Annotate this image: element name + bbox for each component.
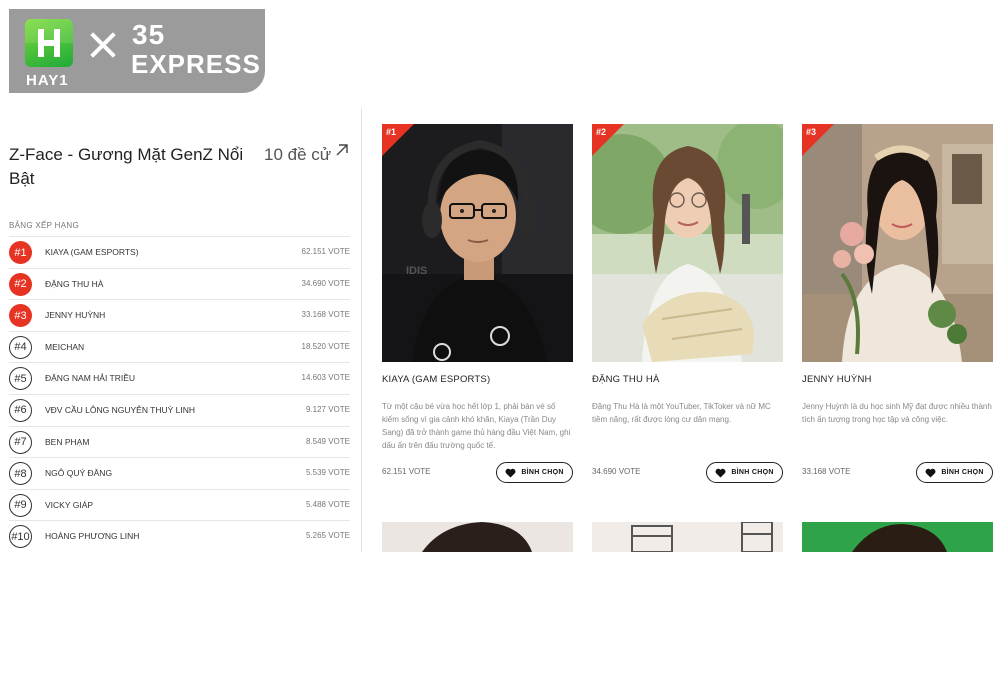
hay1-logo-text: HAY1	[26, 72, 69, 89]
rank-badge: #1	[9, 241, 32, 264]
ranking-row[interactable]: #7 BEN PHẠM 8.549 VOTE	[9, 425, 350, 458]
heart-icon	[505, 468, 516, 478]
nominee-description: Từ một cậu bé vừa học hết lớp 1, phải bá…	[382, 402, 571, 450]
nominee-votes: 62.151 VOTE	[382, 467, 431, 476]
vote-button[interactable]: BÌNH CHỌN	[496, 462, 573, 483]
brand-banner[interactable]: HAY1 35 EXPRESS	[9, 9, 265, 93]
ranking-row[interactable]: #6 VĐV CẦU LÔNG NGUYỄN THUỲ LINH 9.127 V…	[9, 393, 350, 426]
section-title: Z-Face - Gương Mặt GenZ Nổi Bật	[9, 145, 244, 188]
rank-badge: #6	[9, 398, 32, 422]
heart-icon	[715, 468, 726, 478]
rank-name: VICKY GIÁP	[45, 499, 94, 510]
ranking-row[interactable]: #8 NGÔ QUÝ ĐĂNG 5.539 VOTE	[9, 457, 350, 489]
nominee-photo-partial[interactable]	[802, 522, 993, 552]
svg-text:IDIS: IDIS	[406, 265, 427, 277]
nominee-photo[interactable]: IDIS #1	[382, 124, 573, 362]
ranking-row[interactable]: #1 KIAYA (GAM ESPORTS) 62.151 VOTE	[9, 236, 350, 268]
column-divider	[361, 108, 362, 552]
rank-votes: 34.690 VOTE	[301, 278, 350, 288]
arrow-up-right-icon[interactable]	[334, 142, 350, 158]
ranking-list: #1 KIAYA (GAM ESPORTS) 62.151 VOTE #2 ĐẶ…	[9, 236, 350, 552]
brand-number: 35	[132, 19, 166, 50]
vote-button[interactable]: BÌNH CHỌN	[916, 462, 993, 483]
rank-votes: 33.168 VOTE	[301, 310, 350, 320]
vote-button-label: BÌNH CHỌN	[521, 469, 564, 476]
nominee-name[interactable]: ĐẶNG THU HÀ	[592, 374, 659, 385]
rank-name: MEICHAN	[45, 341, 85, 352]
rank-badge: #5	[9, 367, 32, 391]
rank-name: HOÀNG PHƯƠNG LINH	[45, 531, 140, 542]
rank-badge: #9	[9, 493, 32, 517]
rank-badge: #10	[9, 525, 32, 549]
ranking-row[interactable]: #3 JENNY HUỲNH 33.168 VOTE	[9, 299, 350, 331]
rank-votes: 18.520 VOTE	[301, 341, 350, 351]
ranking-row[interactable]: #2 ĐẶNG THU HÀ 34.690 VOTE	[9, 267, 350, 300]
ranking-row[interactable]: #4 MEICHAN 18.520 VOTE	[9, 330, 350, 363]
rank-ribbon-label: #2	[596, 127, 607, 137]
nominees-link[interactable]: 10 đề cử	[264, 145, 331, 165]
ranking-row[interactable]: #5 ĐẶNG NAM HẢI TRIỀU 14.603 VOTE	[9, 362, 350, 394]
ranking-heading: BẢNG XẾP HẠNG	[9, 221, 79, 230]
vote-button[interactable]: BÌNH CHỌN	[706, 462, 783, 483]
nominee-description: Jenny Huỳnh là du học sinh Mỹ đạt được n…	[802, 402, 992, 424]
rank-badge: #2	[9, 272, 32, 296]
rank-ribbon-label: #1	[386, 127, 397, 137]
rank-badge: #4	[9, 335, 32, 359]
rank-votes: 5.539 VOTE	[305, 468, 350, 478]
nominee-photo[interactable]: #2	[592, 124, 783, 362]
nominee-name[interactable]: KIAYA (GAM ESPORTS)	[382, 374, 490, 385]
rank-badge: #7	[9, 430, 32, 454]
rank-votes: 14.603 VOTE	[301, 373, 350, 383]
rank-name: ĐẶNG NAM HẢI TRIỀU	[45, 373, 136, 384]
nominee-votes: 34.690 VOTE	[592, 467, 641, 476]
heart-icon	[925, 468, 936, 478]
nominee-votes: 33.168 VOTE	[802, 467, 851, 476]
nominee-photo-partial[interactable]	[592, 522, 783, 552]
rank-badge: #3	[9, 304, 32, 328]
vote-button-label: BÌNH CHỌN	[731, 469, 774, 476]
rank-name: NGÔ QUÝ ĐĂNG	[45, 468, 113, 479]
collab-x-icon	[89, 31, 117, 59]
rank-name: KIAYA (GAM ESPORTS)	[45, 247, 139, 257]
rank-votes: 5.488 VOTE	[305, 499, 350, 509]
rank-ribbon-label: #3	[806, 127, 817, 137]
nominee-photo[interactable]: #3	[802, 124, 993, 362]
rank-name: JENNY HUỲNH	[45, 310, 106, 321]
rank-badge: #8	[9, 462, 32, 486]
brand-word: EXPRESS	[131, 49, 261, 79]
rank-votes: 9.127 VOTE	[305, 404, 350, 414]
hay1-logo-icon	[25, 19, 73, 67]
rank-votes: 5.265 VOTE	[305, 531, 350, 541]
nominee-description: Đặng Thu Hà là một YouTuber, TikToker và…	[592, 402, 771, 424]
rank-name: BEN PHẠM	[45, 436, 90, 447]
rank-votes: 8.549 VOTE	[305, 436, 350, 446]
nominee-photo-partial[interactable]	[382, 522, 573, 552]
ranking-row[interactable]: #10 HOÀNG PHƯƠNG LINH 5.265 VOTE	[9, 520, 350, 552]
rank-votes: 62.151 VOTE	[301, 247, 350, 256]
rank-name: ĐẶNG THU HÀ	[45, 278, 104, 289]
nominee-name[interactable]: JENNY HUỲNH	[802, 374, 872, 385]
ranking-row[interactable]: #9 VICKY GIÁP 5.488 VOTE	[9, 488, 350, 521]
vote-button-label: BÌNH CHỌN	[941, 469, 984, 476]
rank-name: VĐV CẦU LÔNG NGUYỄN THUỲ LINH	[45, 404, 196, 415]
